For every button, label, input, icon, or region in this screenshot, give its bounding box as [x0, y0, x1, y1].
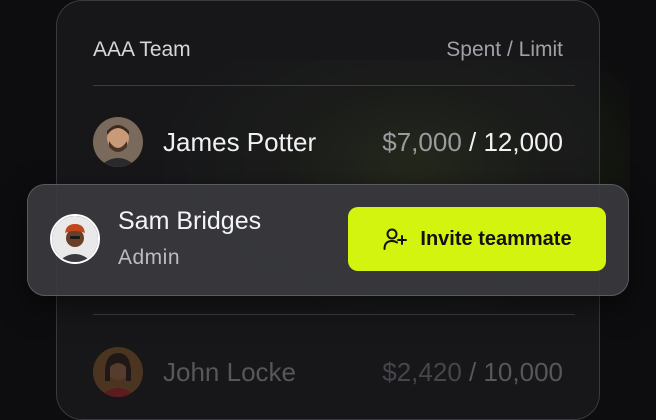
avatar: [93, 347, 143, 397]
member-row[interactable]: John Locke $2,420 / 10,000: [93, 344, 563, 400]
spent-limit-value: $2,420 / 10,000: [382, 357, 563, 388]
divider: [93, 85, 575, 86]
invite-teammate-button[interactable]: Invite teammate: [348, 207, 606, 271]
member-name: James Potter: [163, 126, 317, 157]
spent-limit-header: Spent / Limit: [446, 38, 563, 61]
member-name: John Locke: [163, 356, 296, 387]
selected-member-popup[interactable]: Sam Bridges Admin Invite teammate: [27, 184, 629, 296]
member-role: Admin: [118, 246, 181, 269]
spent-limit-value: $7,000 / 12,000: [382, 127, 563, 158]
invite-label: Invite teammate: [420, 227, 572, 250]
limit-value: / 10,000: [461, 356, 563, 387]
avatar: [93, 117, 143, 167]
member-row[interactable]: James Potter $7,000 / 12,000: [93, 114, 563, 170]
spent-value: $7,000: [382, 126, 462, 157]
avatar: [50, 214, 100, 264]
divider: [93, 314, 575, 315]
spent-value: $2,420: [382, 356, 462, 387]
member-name: Sam Bridges: [118, 207, 262, 235]
card-header: AAA Team Spent / Limit: [93, 35, 563, 65]
limit-value: / 12,000: [461, 126, 563, 157]
user-plus-icon: [383, 228, 408, 250]
team-title: AAA Team: [93, 38, 191, 61]
